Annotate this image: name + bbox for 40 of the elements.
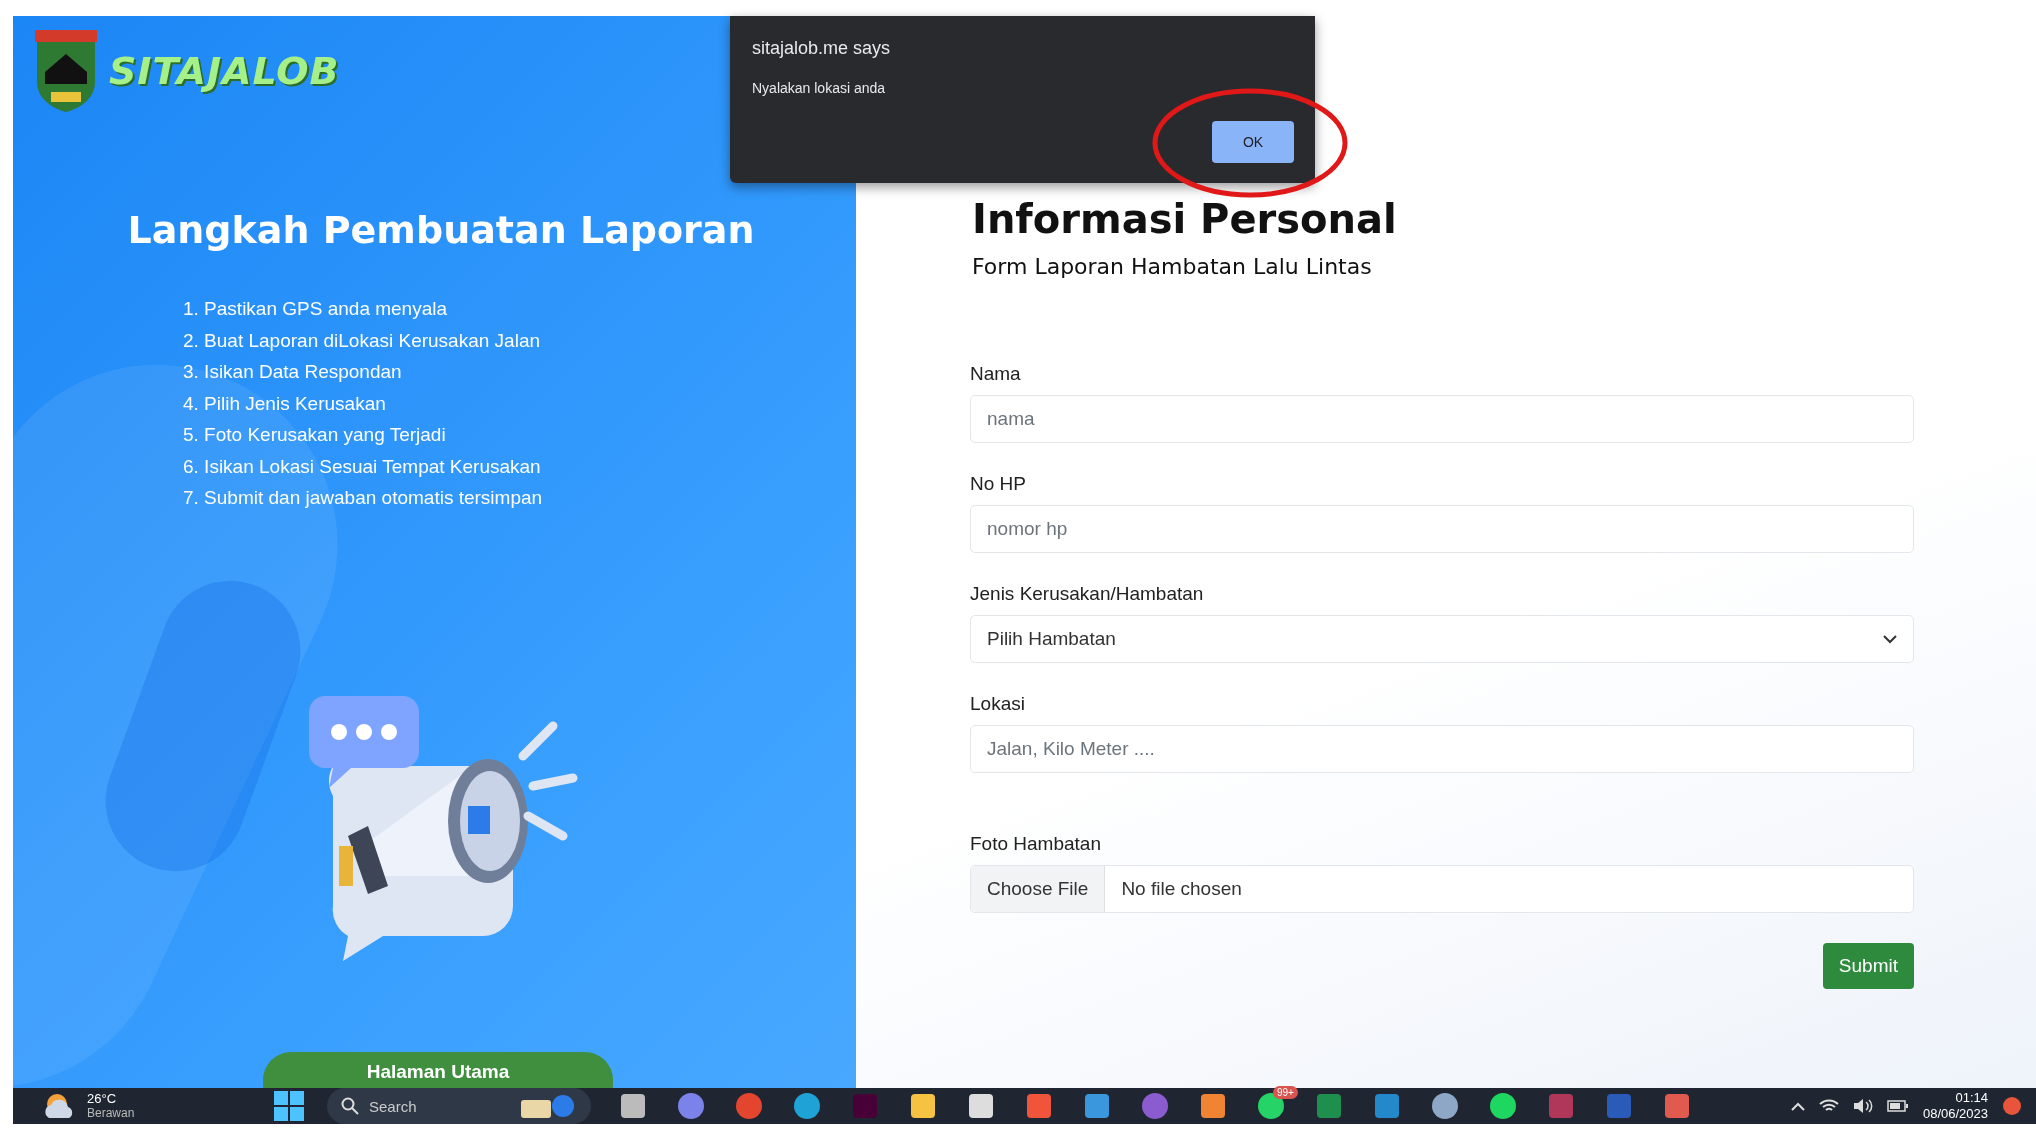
field-label: Foto Hambatan xyxy=(970,833,1102,855)
step-item: 7. Submit dan jawaban otomatis tersimpan xyxy=(183,486,543,510)
field-label: Nama xyxy=(970,363,1022,385)
file-status: No file chosen xyxy=(1120,878,1242,900)
search-icon xyxy=(341,1097,359,1115)
step-item: 1. Pastikan GPS anda menyala xyxy=(183,297,449,321)
input-field[interactable]: nama xyxy=(970,395,1914,443)
ok-button[interactable]: OK xyxy=(1212,121,1294,163)
weather-condition: Berawan xyxy=(87,1106,135,1121)
dialog-origin: sitajalob.me says xyxy=(752,38,891,59)
step-item: 4. Pilih Jenis Kerusakan xyxy=(183,391,387,416)
field-label: Jenis Kerusakan/Hambatan xyxy=(970,583,1205,605)
speaker-icon[interactable] xyxy=(1852,1098,1873,1114)
input-field[interactable]: nomor hp xyxy=(970,505,1914,553)
form-title: Informasi Personal xyxy=(972,196,1398,242)
steps-title: Langkah Pembuatan Laporan xyxy=(126,208,756,252)
field-label: No HP xyxy=(970,473,1027,495)
weather-temperature: 26°C xyxy=(87,1091,118,1106)
field-label: Lokasi xyxy=(970,693,1026,715)
clock-time[interactable]: 01:14 xyxy=(1955,1090,1988,1106)
step-item: 6. Isikan Lokasi Sesuai Tempat Kerusakan xyxy=(183,454,542,479)
step-item: 5. Foto Kerusakan yang Terjadi xyxy=(183,423,447,447)
input-field[interactable]: Jalan, Kilo Meter .... xyxy=(970,725,1914,773)
home-button[interactable]: Halaman Utama xyxy=(263,1052,613,1088)
clock-date[interactable]: 08/06/2023 xyxy=(1922,1106,1988,1122)
battery-icon[interactable] xyxy=(1886,1099,1909,1113)
taskbar-search[interactable]: Search xyxy=(327,1088,591,1124)
step-item: 3. Isikan Data Respondan xyxy=(183,360,403,384)
file-field[interactable]: Choose File No file chosen xyxy=(970,865,1914,913)
choose-file-button[interactable]: Choose File xyxy=(971,866,1106,912)
dropdown-field[interactable]: Pilih Hambatan xyxy=(970,615,1914,663)
start-menu-icon[interactable] xyxy=(273,1090,305,1122)
form-subtitle: Form Laporan Hambatan Lalu Lintas xyxy=(972,254,1373,279)
chevron-down-icon xyxy=(1883,634,1897,644)
step-item: 2. Buat Laporan diLokasi Kerusakan Jalan xyxy=(183,328,542,353)
dialog-message: Nyalakan lokasi anda xyxy=(752,80,886,96)
submit-button[interactable]: Submit xyxy=(1822,943,1914,989)
chevron-up-icon[interactable] xyxy=(1790,1101,1805,1111)
brand-name: SITAJALOB xyxy=(109,49,340,93)
notification-badge: 99+ xyxy=(1273,1086,1298,1099)
